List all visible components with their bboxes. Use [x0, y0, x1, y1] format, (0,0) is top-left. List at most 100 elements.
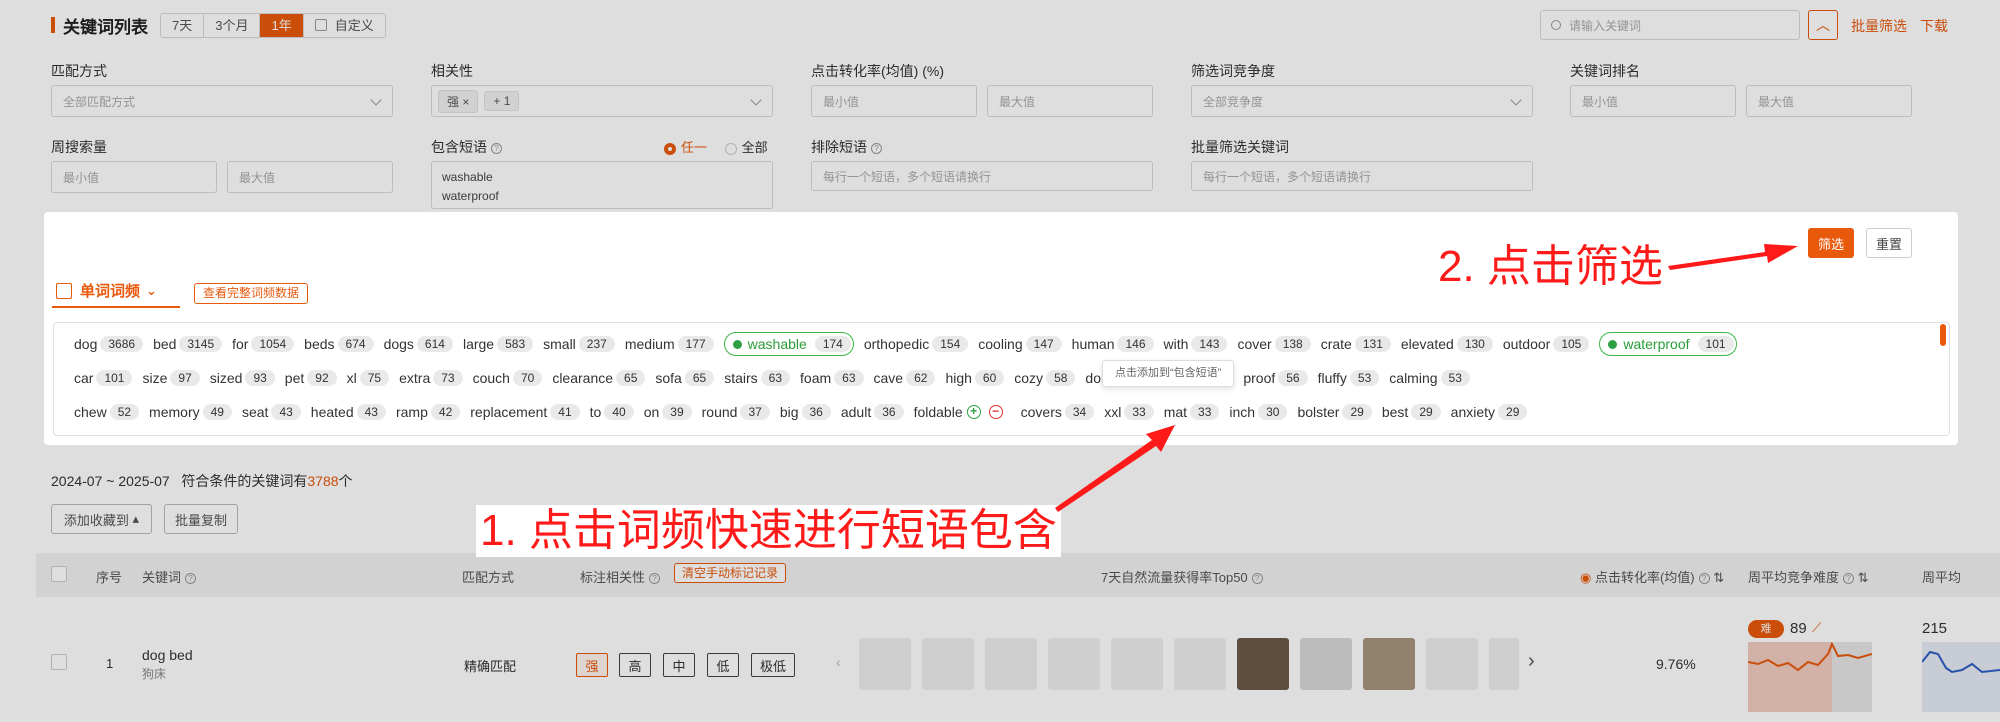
help-icon[interactable]: ?	[1843, 573, 1855, 585]
help-icon[interactable]: ?	[491, 142, 502, 154]
plus-circle-icon[interactable]: +	[966, 405, 981, 419]
word-chip[interactable]: on 39	[644, 400, 692, 424]
word-chip[interactable]: ramp 42	[396, 400, 461, 424]
word-chip[interactable]: beds 674	[304, 332, 374, 356]
product-thumbnail[interactable]	[1111, 638, 1163, 690]
word-chip[interactable]: big 36	[780, 400, 831, 424]
word-chip[interactable]: xxl 33	[1104, 400, 1154, 424]
product-thumbnail[interactable]	[985, 638, 1037, 690]
radio-any[interactable]	[664, 142, 676, 155]
word-chip[interactable]: replacement 41	[470, 400, 580, 424]
word-chip[interactable]: with 143	[1164, 332, 1228, 356]
word-chip[interactable]: sized 93	[210, 366, 275, 390]
close-icon[interactable]: ×	[462, 95, 469, 109]
word-chip[interactable]: orthopedic 154	[864, 332, 969, 356]
word-chip[interactable]: xl 75	[347, 366, 390, 390]
row-keyword[interactable]: dog bed	[142, 647, 193, 663]
word-chip[interactable]: foam 63	[800, 366, 864, 390]
sort-icon[interactable]: ⇅	[1858, 570, 1869, 585]
word-chip[interactable]: for 1054	[232, 332, 295, 356]
word-chip[interactable]: waterproof 101	[1599, 332, 1737, 356]
col-ctr[interactable]: ◉ 点击转化率(均值)? ⇅	[1580, 567, 1724, 586]
word-chip[interactable]: medium 177	[625, 332, 714, 356]
product-thumbnail[interactable]	[1300, 638, 1352, 690]
chevron-right-icon[interactable]: ›	[1528, 650, 1535, 673]
trend-chart-icon[interactable]: ⟋	[1812, 620, 1821, 636]
keyword-search-input[interactable]: 请输入关键词	[1540, 10, 1800, 40]
scrollbar[interactable]	[1940, 324, 1946, 346]
word-frequency-tab[interactable]: 单词词频 ⌄	[56, 280, 157, 301]
word-chip[interactable]: clearance 65	[552, 366, 646, 390]
clear-marks-button[interactable]: 清空手动标记记录	[674, 563, 787, 583]
word-chip[interactable]: car 101	[74, 366, 133, 390]
word-chip[interactable]: large 583	[463, 332, 534, 356]
ctr-min-input[interactable]: 最小值	[811, 85, 977, 117]
word-chip[interactable]: round 37	[702, 400, 770, 424]
word-chip[interactable]: size 97	[142, 366, 200, 390]
batch-filter-link[interactable]: 批量筛选	[1851, 16, 1907, 36]
word-chip[interactable]: foldable + −	[914, 400, 1011, 424]
include-phrases-textarea[interactable]: washable waterproof	[431, 161, 773, 209]
ctr-max-input[interactable]: 最大值	[987, 85, 1153, 117]
word-chip[interactable]: proof 56	[1243, 366, 1308, 390]
relevance-select[interactable]: 强 × + 1	[431, 85, 773, 117]
help-icon[interactable]: ?	[185, 573, 197, 585]
word-chip[interactable]: memory 49	[149, 400, 232, 424]
relevance-verylow-button[interactable]: 极低	[751, 653, 795, 677]
competition-select[interactable]: 全部竞争度	[1191, 85, 1533, 117]
exclude-phrases-textarea[interactable]: 每行一个短语，多个短语请换行	[811, 161, 1153, 191]
word-chip[interactable]: bolster 29	[1297, 400, 1372, 424]
product-thumbnail[interactable]	[922, 638, 974, 690]
product-thumbnail[interactable]	[1048, 638, 1100, 690]
word-chip[interactable]: pet 92	[285, 366, 337, 390]
word-chip[interactable]: inch 30	[1229, 400, 1288, 424]
product-thumbnail[interactable]	[859, 638, 911, 690]
weekly-max-input[interactable]: 最大值	[227, 161, 393, 193]
help-icon[interactable]: ?	[871, 142, 882, 154]
minus-circle-icon[interactable]: −	[988, 405, 1003, 419]
relevance-low-button[interactable]: 低	[707, 653, 739, 677]
word-chip[interactable]: seat 43	[242, 400, 301, 424]
filter-button[interactable]: 筛选	[1808, 228, 1854, 258]
download-link[interactable]: 下载	[1920, 16, 1948, 36]
match-select[interactable]: 全部匹配方式	[51, 85, 393, 117]
batch-copy-button[interactable]: 批量复制	[164, 504, 238, 534]
word-chip[interactable]: outdoor 105	[1503, 332, 1590, 356]
reset-button[interactable]: 重置	[1866, 228, 1912, 258]
rank-min-input[interactable]: 最小值	[1570, 85, 1736, 117]
word-chip[interactable]: human 146	[1072, 332, 1154, 356]
word-chip[interactable]: to 40	[590, 400, 634, 424]
batch-keywords-textarea[interactable]: 每行一个短语，多个短语请换行	[1191, 161, 1533, 191]
word-chip[interactable]: bed 3145	[153, 332, 223, 356]
product-thumbnail[interactable]	[1237, 638, 1289, 690]
weekly-min-input[interactable]: 最小值	[51, 161, 217, 193]
word-chip[interactable]: elevated 130	[1401, 332, 1493, 356]
word-chip[interactable]: calming 53	[1389, 366, 1470, 390]
collapse-button[interactable]: ︿	[1808, 10, 1838, 40]
product-thumbnail[interactable]	[1174, 638, 1226, 690]
select-all-checkbox[interactable]	[51, 566, 67, 582]
word-chip[interactable]: mat 33	[1164, 400, 1220, 424]
range-custom[interactable]: 自定义	[303, 13, 385, 37]
word-chip[interactable]: fluffy 53	[1318, 366, 1380, 390]
col-difficulty[interactable]: 周平均竞争难度? ⇅	[1748, 567, 1869, 586]
word-chip[interactable]: extra 73	[399, 366, 463, 390]
word-chip[interactable]: cave 62	[874, 366, 936, 390]
word-chip[interactable]: anxiety 29	[1451, 400, 1528, 424]
relevance-strong-button[interactable]: 强	[576, 653, 608, 677]
range-1y[interactable]: 1年	[260, 13, 304, 37]
sort-icon[interactable]: ⇅	[1713, 570, 1724, 585]
word-chip[interactable]: chew 52	[74, 400, 140, 424]
word-chip[interactable]: adult 36	[841, 400, 904, 424]
word-chip[interactable]: small 237	[543, 332, 615, 356]
product-thumbnail[interactable]	[1363, 638, 1415, 690]
product-thumbnail[interactable]	[1489, 638, 1519, 690]
word-chip[interactable]: sofa 65	[655, 366, 715, 390]
col-keyword[interactable]: 关键词?	[142, 567, 197, 586]
word-chip[interactable]: cozy 58	[1014, 366, 1076, 390]
relevance-high-button[interactable]: 高	[619, 653, 651, 677]
chevron-left-icon[interactable]: ‹	[836, 654, 841, 670]
word-chip[interactable]: dog 3686	[74, 332, 144, 356]
word-chip[interactable]: dogs 614	[384, 332, 453, 356]
help-icon[interactable]: ?	[649, 573, 661, 585]
